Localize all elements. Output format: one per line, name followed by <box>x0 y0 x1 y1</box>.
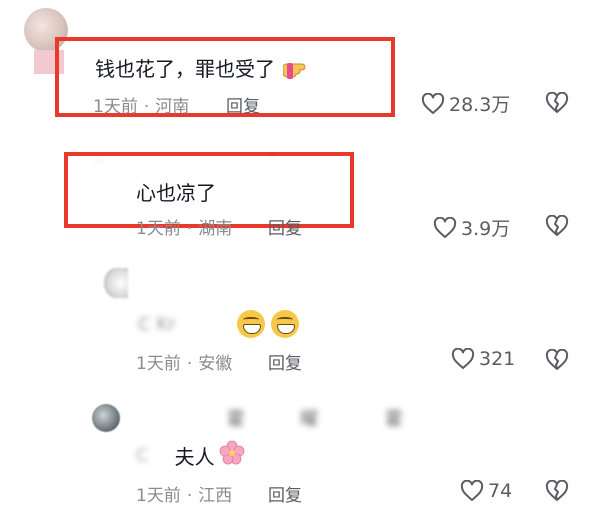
like-count: 321 <box>479 348 516 370</box>
comment-location: 江西 <box>198 486 233 506</box>
broken-heart-icon <box>545 480 569 502</box>
comment-text: 心也凉了 <box>136 181 216 205</box>
dislike-button[interactable] <box>545 215 569 237</box>
heart-icon <box>433 216 457 239</box>
reply-button[interactable]: 回复 <box>268 214 302 239</box>
grinning-face-icon <box>270 310 299 338</box>
username-blurred: 霍 <box>385 409 403 430</box>
comment-meta: 1天前 · 湖南 <box>136 219 233 239</box>
like-count: 28.3万 <box>449 94 511 116</box>
heart-icon <box>460 480 484 502</box>
dislike-button[interactable] <box>545 480 569 502</box>
comment-location: 安徽 <box>198 354 233 374</box>
like-button[interactable]: 28.3万 <box>421 90 510 117</box>
comment-time: 1天前 <box>93 97 138 117</box>
avatar[interactable] <box>104 268 128 298</box>
comment-text-label: 夫人 <box>174 444 215 469</box>
heart-icon <box>421 92 445 115</box>
comment-location: 河南 <box>155 97 190 117</box>
broken-heart-icon <box>545 349 569 371</box>
comment-text: C 夫人 <box>136 440 245 470</box>
reply-button[interactable]: 回复 <box>268 481 302 506</box>
username-blurred: 霍 <box>227 409 245 430</box>
comment-meta: 1天前 · 安徽 <box>136 354 233 374</box>
avatar[interactable] <box>92 404 120 432</box>
like-count: 3.9万 <box>461 218 511 240</box>
like-button[interactable]: 3.9万 <box>433 214 510 241</box>
comment-text: 钱也花了，罪也受了 <box>95 53 315 86</box>
heart-icon <box>451 348 475 370</box>
comment-text: C Kr <box>138 310 299 338</box>
comment-location: 湖南 <box>198 219 233 239</box>
broken-heart-icon <box>545 215 569 237</box>
comment-time: 1天前 <box>136 354 181 374</box>
grinning-face-icon <box>236 310 265 338</box>
comment-text-label: C Kr <box>138 313 176 335</box>
like-button[interactable]: 74 <box>460 480 512 502</box>
comment-time: 1天前 <box>136 219 181 239</box>
cherry-blossom-icon <box>219 440 245 470</box>
reply-button[interactable]: 回复 <box>268 349 302 374</box>
comment-meta: 1天前 · 河南 <box>93 97 190 117</box>
like-count: 74 <box>488 480 513 502</box>
broken-heart-icon <box>545 92 569 114</box>
reply-button[interactable]: 回复 <box>226 92 260 117</box>
comment-text-label: 钱也花了，罪也受了 <box>95 57 275 81</box>
point-right-hand-icon <box>282 55 315 86</box>
like-button[interactable]: 321 <box>451 348 515 370</box>
comment-time: 1天前 <box>136 486 181 506</box>
dislike-button[interactable] <box>545 92 569 114</box>
comment-meta: 1天前 · 江西 <box>136 486 233 506</box>
username-blurred: 曜 <box>300 409 318 430</box>
dislike-button[interactable] <box>545 349 569 371</box>
comment-text-blurred: C <box>136 444 149 466</box>
